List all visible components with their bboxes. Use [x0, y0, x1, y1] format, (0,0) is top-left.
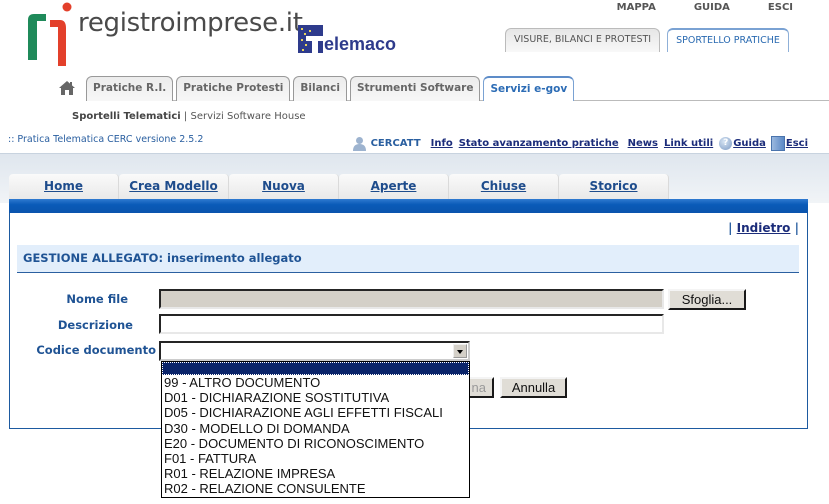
telemaco-logo[interactable]: elemaco: [298, 25, 396, 53]
dropdown-option[interactable]: E20 - DOCUMENTO DI RICONOSCIMENTO: [162, 436, 469, 451]
tab-strumenti-software[interactable]: Strumenti Software: [349, 76, 481, 101]
guida-link[interactable]: GUIDA: [694, 2, 730, 13]
home-icon[interactable]: [58, 80, 76, 96]
esci-link-cerc[interactable]: Esci: [786, 138, 808, 149]
nav-aperte-link[interactable]: Aperte: [371, 179, 417, 193]
subnav-sportelli-telematici[interactable]: Sportelli Telematici: [72, 111, 181, 122]
telemaco-text: elemaco: [324, 34, 397, 54]
tab-sportello-pratiche[interactable]: SPORTELLO PRATICHE: [667, 28, 789, 52]
dropdown-option[interactable]: F01 - FATTURA: [162, 451, 469, 466]
tab-servizi-egov[interactable]: Servizi e-gov: [483, 76, 575, 101]
tab-visure-bilanci-protesti[interactable]: VISURE, BILANCI E PROTESTI: [505, 28, 661, 52]
codice-documento-select[interactable]: [159, 341, 470, 361]
nav-tab-nuova[interactable]: Nuova: [229, 174, 339, 199]
descrizione-input[interactable]: [159, 314, 664, 334]
esci-link[interactable]: ESCI: [768, 2, 793, 13]
stato-avanzamento-link[interactable]: Stato avanzamento pratiche: [459, 138, 619, 149]
codice-documento-label: Codice documento: [36, 343, 156, 357]
nav-blue-bar: [9, 199, 808, 213]
nav-crea-modello-link[interactable]: Crea Modello: [129, 179, 218, 193]
dropdown-option[interactable]: 99 - ALTRO DOCUMENTO: [162, 375, 469, 390]
indietro-nav: | Indietro |: [728, 221, 799, 235]
dropdown-option[interactable]: D05 - DICHIARAZIONE AGLI EFFETTI FISCALI: [162, 405, 469, 420]
main-tabs: Pratiche R.I. Pratiche Protesti Bilanci …: [86, 76, 575, 101]
nav-tab-aperte[interactable]: Aperte: [339, 174, 449, 199]
indietro-suffix: |: [794, 221, 799, 235]
telemaco-emblem-icon: [298, 25, 323, 53]
tab-bilanci[interactable]: Bilanci: [293, 76, 347, 101]
nome-file-label: Nome file: [66, 292, 128, 306]
tab-pratiche-ri[interactable]: Pratiche R.I.: [86, 76, 174, 101]
registroimprese-logo-icon[interactable]: [26, 2, 72, 66]
cerc-toolbar: CERCATT Info Stato avanzamento pratiche …: [352, 136, 808, 151]
nav-storico-link[interactable]: Storico: [589, 179, 637, 193]
link-utili-link[interactable]: Link utili: [664, 138, 713, 149]
nav-tab-chiuse[interactable]: Chiuse: [449, 174, 559, 199]
logo-text[interactable]: registroimprese.it: [78, 8, 303, 38]
nav-chiuse-link[interactable]: Chiuse: [481, 179, 526, 193]
nav-nuova-link[interactable]: Nuova: [262, 179, 305, 193]
help-icon[interactable]: ?: [719, 137, 733, 150]
portal-tabs: VISURE, BILANCI E PROTESTI SPORTELLO PRA…: [505, 28, 789, 52]
dropdown-option-empty[interactable]: [162, 362, 469, 375]
codice-documento-dropdown-list: 99 - ALTRO DOCUMENTO D01 - DICHIARAZIONE…: [161, 361, 470, 498]
annulla-button[interactable]: Annulla: [500, 377, 567, 398]
username: CERCATT: [370, 138, 421, 149]
sfoglia-button[interactable]: Sfoglia...: [668, 289, 746, 310]
exit-door-icon[interactable]: [770, 136, 785, 151]
dropdown-option[interactable]: R02 - RELAZIONE CONSULENTE: [162, 481, 469, 496]
indietro-prefix: |: [728, 221, 733, 235]
nav-tab-home[interactable]: Home: [9, 174, 119, 199]
nome-file-field[interactable]: [159, 289, 664, 309]
app-nav-tabs: Home Crea Modello Nuova Aperte Chiuse St…: [9, 174, 669, 199]
descrizione-label: Descrizione: [57, 318, 133, 332]
dropdown-option[interactable]: D30 - MODELLO DI DOMANDA: [162, 421, 469, 436]
user-icon: [352, 137, 366, 151]
subnav-servizi-software-house[interactable]: Servizi Software House: [190, 111, 305, 122]
nav-tab-crea-modello[interactable]: Crea Modello: [119, 174, 229, 199]
news-link[interactable]: News: [628, 138, 658, 149]
subnav-separator: |: [183, 111, 188, 122]
dropdown-option[interactable]: D01 - DICHIARAZIONE SOSTITUTIVA: [162, 390, 469, 405]
dropdown-arrow-icon[interactable]: [453, 344, 467, 358]
info-link[interactable]: Info: [431, 138, 453, 149]
nav-home-link[interactable]: Home: [44, 179, 83, 193]
tab-pratiche-protesti[interactable]: Pratiche Protesti: [176, 76, 291, 101]
section-title: GESTIONE ALLEGATO: inserimento allegato: [17, 245, 799, 273]
mappa-link[interactable]: MAPPA: [617, 2, 656, 13]
indietro-link[interactable]: Indietro: [737, 221, 791, 235]
nav-tab-storico[interactable]: Storico: [559, 174, 669, 199]
top-links: MAPPA GUIDA ESCI: [579, 2, 793, 13]
dropdown-option[interactable]: R01 - RELAZIONE IMPRESA: [162, 466, 469, 481]
guida-link-cerc[interactable]: Guida: [733, 138, 766, 149]
subnav: Sportelli Telematici | Servizi Software …: [72, 111, 306, 122]
app-version-title: :: Pratica Telematica CERC versione 2.5.…: [8, 134, 204, 145]
